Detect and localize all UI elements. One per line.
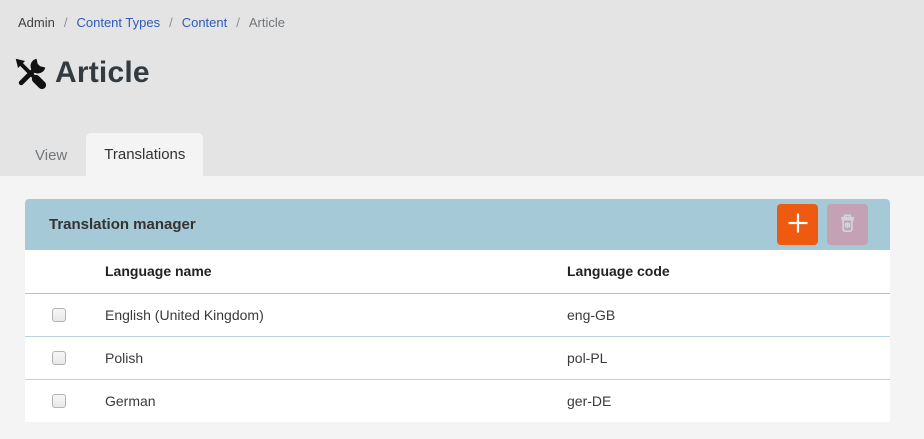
trash-icon — [835, 211, 860, 239]
language-code-cell: ger-DE — [567, 379, 890, 422]
breadcrumb: Admin / Content Types / Content / Articl… — [0, 0, 924, 32]
tab-translations[interactable]: Translations — [86, 133, 203, 176]
tab-view[interactable]: View — [16, 135, 86, 176]
tab-bar: View Translations — [0, 133, 924, 176]
breadcrumb-link-content-types[interactable]: Content Types — [76, 15, 160, 30]
topbar: Admin / Content Types / Content / Articl… — [0, 0, 924, 176]
row-checkbox[interactable] — [52, 308, 66, 322]
breadcrumb-item-admin: Admin — [18, 15, 55, 30]
page-title: Article — [55, 56, 150, 90]
language-name-cell: Polish — [105, 336, 567, 379]
panel-actions — [777, 204, 868, 245]
select-column-header — [25, 250, 105, 293]
language-code-cell: pol-PL — [567, 336, 890, 379]
breadcrumb-link-content[interactable]: Content — [182, 15, 228, 30]
language-code-column-header: Language code — [567, 250, 890, 293]
table-row: German ger-DE — [25, 379, 890, 422]
table-row: Polish pol-PL — [25, 336, 890, 379]
language-name-cell: German — [105, 379, 567, 422]
translation-manager-header: Translation manager — [25, 199, 890, 250]
language-name-column-header: Language name — [105, 250, 567, 293]
content-area: Translation manager — [0, 176, 924, 422]
delete-translation-button[interactable] — [827, 204, 868, 245]
translations-table: Language name Language code English (Uni… — [25, 250, 890, 422]
breadcrumb-separator: / — [64, 15, 68, 30]
add-translation-button[interactable] — [777, 204, 818, 245]
breadcrumb-separator: / — [236, 15, 240, 30]
breadcrumb-item-article: Article — [249, 15, 285, 30]
row-checkbox[interactable] — [52, 351, 66, 365]
panel-title: Translation manager — [49, 216, 196, 233]
language-code-cell: eng-GB — [567, 293, 890, 336]
row-checkbox[interactable] — [52, 394, 66, 408]
tools-icon — [13, 56, 48, 91]
table-row: English (United Kingdom) eng-GB — [25, 293, 890, 336]
table-header-row: Language name Language code — [25, 250, 890, 293]
page-title-row: Article — [13, 52, 924, 94]
plus-icon — [786, 211, 810, 238]
breadcrumb-separator: / — [169, 15, 173, 30]
language-name-cell: English (United Kingdom) — [105, 293, 567, 336]
translation-manager-panel: Translation manager — [25, 199, 890, 422]
